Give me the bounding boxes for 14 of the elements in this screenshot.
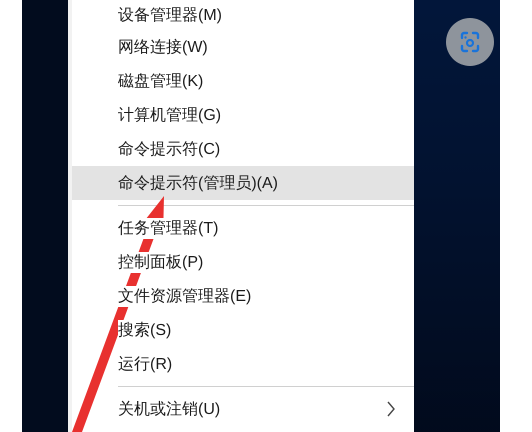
menu-item[interactable]: 控制面板(P) <box>118 252 204 272</box>
menu-item[interactable]: 任务管理器(T) <box>118 218 218 238</box>
menu-item[interactable]: 磁盘管理(K) <box>118 70 204 92</box>
menu-item[interactable]: 计算机管理(G) <box>118 104 222 126</box>
camera-icon[interactable] <box>446 18 494 66</box>
menu-item[interactable]: 文件资源管理器(E) <box>118 286 252 306</box>
chevron-right-icon <box>386 401 396 417</box>
menu-item[interactable]: 关机或注销(U) <box>118 398 220 420</box>
menu-item[interactable]: 命令提示符(管理员)(A) <box>118 172 278 194</box>
menu-item[interactable]: 运行(R) <box>118 354 172 374</box>
menu-item[interactable]: 搜索(S) <box>118 320 172 340</box>
menu-item[interactable]: 网络连接(W) <box>118 36 208 58</box>
menu-item[interactable]: 命令提示符(C) <box>118 138 220 160</box>
menu-item[interactable]: 设备管理器(M) <box>118 4 222 26</box>
